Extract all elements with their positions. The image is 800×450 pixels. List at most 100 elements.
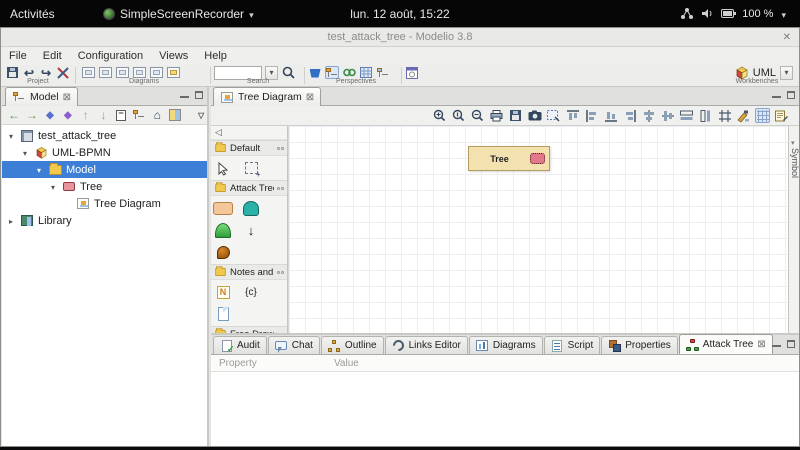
tab-links-editor[interactable]: Links Editor [384,336,468,354]
same-height-icon[interactable] [698,108,713,123]
grid-toggle-icon[interactable] [755,108,770,123]
expander-icon[interactable] [48,181,58,193]
tab-outline[interactable]: Outline [320,336,384,354]
style-brush-icon[interactable] [736,108,751,123]
flat-view-button[interactable] [133,109,145,121]
minimize-icon[interactable] [772,345,781,348]
menu-help[interactable]: Help [196,48,235,64]
align-bottom-icon[interactable] [603,108,618,123]
app-menu[interactable]: SimpleScreenRecorder [103,0,254,27]
column-value[interactable]: Value [334,358,359,369]
move-up-button[interactable] [80,108,92,122]
fit-frame-icon[interactable] [717,108,732,123]
attack-node-tool[interactable] [213,199,233,217]
related-back-button[interactable] [44,110,56,121]
center-horizontally-icon[interactable] [660,108,675,123]
state-diagram-button[interactable] [115,66,129,79]
constraint-tool[interactable] [241,283,261,301]
tab-model[interactable]: Model [5,87,78,106]
tree-row-tree[interactable]: Tree [2,178,207,195]
column-property[interactable]: Property [219,358,257,369]
palette-collapse-button[interactable] [211,126,287,140]
align-top-icon[interactable] [565,108,580,123]
related-forward-button[interactable] [62,110,74,121]
menu-file[interactable]: File [1,48,35,64]
home-button[interactable] [151,108,163,122]
activities-button[interactable]: Activités [10,0,55,27]
and-gate-tool[interactable] [241,199,261,217]
close-icon[interactable] [63,91,71,103]
minimize-icon[interactable] [772,96,781,99]
connector-tool[interactable] [241,221,261,239]
collapse-all-button[interactable] [115,108,127,121]
zoom-actual-icon[interactable] [451,108,466,123]
menu-views[interactable]: Views [151,48,196,64]
close-icon[interactable] [306,91,314,103]
close-icon[interactable] [783,31,791,43]
external-document-tool[interactable] [213,305,233,323]
dev-perspective-button[interactable] [376,66,390,79]
audit-icon [220,339,235,355]
snapshot-icon[interactable] [527,108,542,123]
expander-icon[interactable] [6,130,16,142]
align-right-icon[interactable] [622,108,637,123]
tools-button[interactable] [56,66,70,79]
palette-section-attack-tree[interactable]: Attack Tree [211,180,287,196]
tab-tree-diagram[interactable]: Tree Diagram [213,87,322,106]
marquee-zoom-tool[interactable] [241,159,261,179]
selection-tool[interactable] [213,159,233,177]
maximize-icon[interactable] [787,91,795,99]
configure-button[interactable] [169,109,182,121]
model-explorer-perspective-button[interactable] [325,66,339,79]
view-menu-button[interactable] [195,111,207,120]
zoom-in-icon[interactable] [432,108,447,123]
matrix-button[interactable] [166,66,180,79]
bucket-icon[interactable] [308,66,322,79]
maximize-icon[interactable] [195,91,203,99]
save-image-icon[interactable] [508,108,523,123]
menu-edit[interactable]: Edit [35,48,70,64]
tree-node[interactable]: Tree [468,146,550,171]
note-tool[interactable] [213,283,233,301]
tree-row-project[interactable]: test_attack_tree [2,127,207,144]
schedule-button[interactable] [405,66,419,79]
tab-attack-tree[interactable]: Attack Tree [678,334,773,354]
palette-section-default[interactable]: Default [211,140,287,156]
tab-audit[interactable]: Audit [213,336,267,355]
zoom-out-icon[interactable] [470,108,485,123]
tree-row-tree-diagram[interactable]: Tree Diagram [2,195,207,212]
counter-measure-tool[interactable] [213,243,233,261]
tree-row-library[interactable]: Library [2,212,207,229]
align-left-icon[interactable] [584,108,599,123]
save-button[interactable] [5,66,19,79]
select-zone-icon[interactable] [546,108,561,123]
deployment-diagram-button[interactable] [98,66,112,79]
tree-row-uml-bpmn[interactable]: UML-BPMN [2,144,207,161]
edit-symbol-icon[interactable] [774,108,789,123]
workbench-dropdown-button[interactable] [780,65,793,80]
move-down-button[interactable] [98,108,110,122]
center-vertically-icon[interactable] [641,108,656,123]
same-width-icon[interactable] [679,108,694,123]
tab-chat[interactable]: Chat [267,336,320,354]
class-diagram-button[interactable] [81,66,95,79]
maximize-icon[interactable] [787,340,795,348]
print-icon[interactable] [489,108,504,123]
forward-button[interactable] [26,108,38,122]
search-icon[interactable] [281,66,295,79]
expander-icon[interactable] [34,164,44,176]
palette-section-notes[interactable]: Notes and ... [211,264,287,280]
tab-script[interactable]: Script [543,336,601,354]
or-gate-tool[interactable] [213,221,233,239]
back-button[interactable] [8,108,20,122]
system-tray[interactable]: 100 % [681,0,786,27]
minimize-icon[interactable] [180,96,189,99]
property-table-body[interactable] [211,372,799,446]
tab-properties[interactable]: Properties [601,336,678,354]
tree-row-model[interactable]: Model [2,161,207,178]
expander-icon[interactable] [20,147,30,159]
close-icon[interactable] [757,339,765,350]
menu-configuration[interactable]: Configuration [70,48,151,64]
expander-icon[interactable] [6,215,16,227]
tab-diagrams[interactable]: Diagrams [468,336,543,354]
